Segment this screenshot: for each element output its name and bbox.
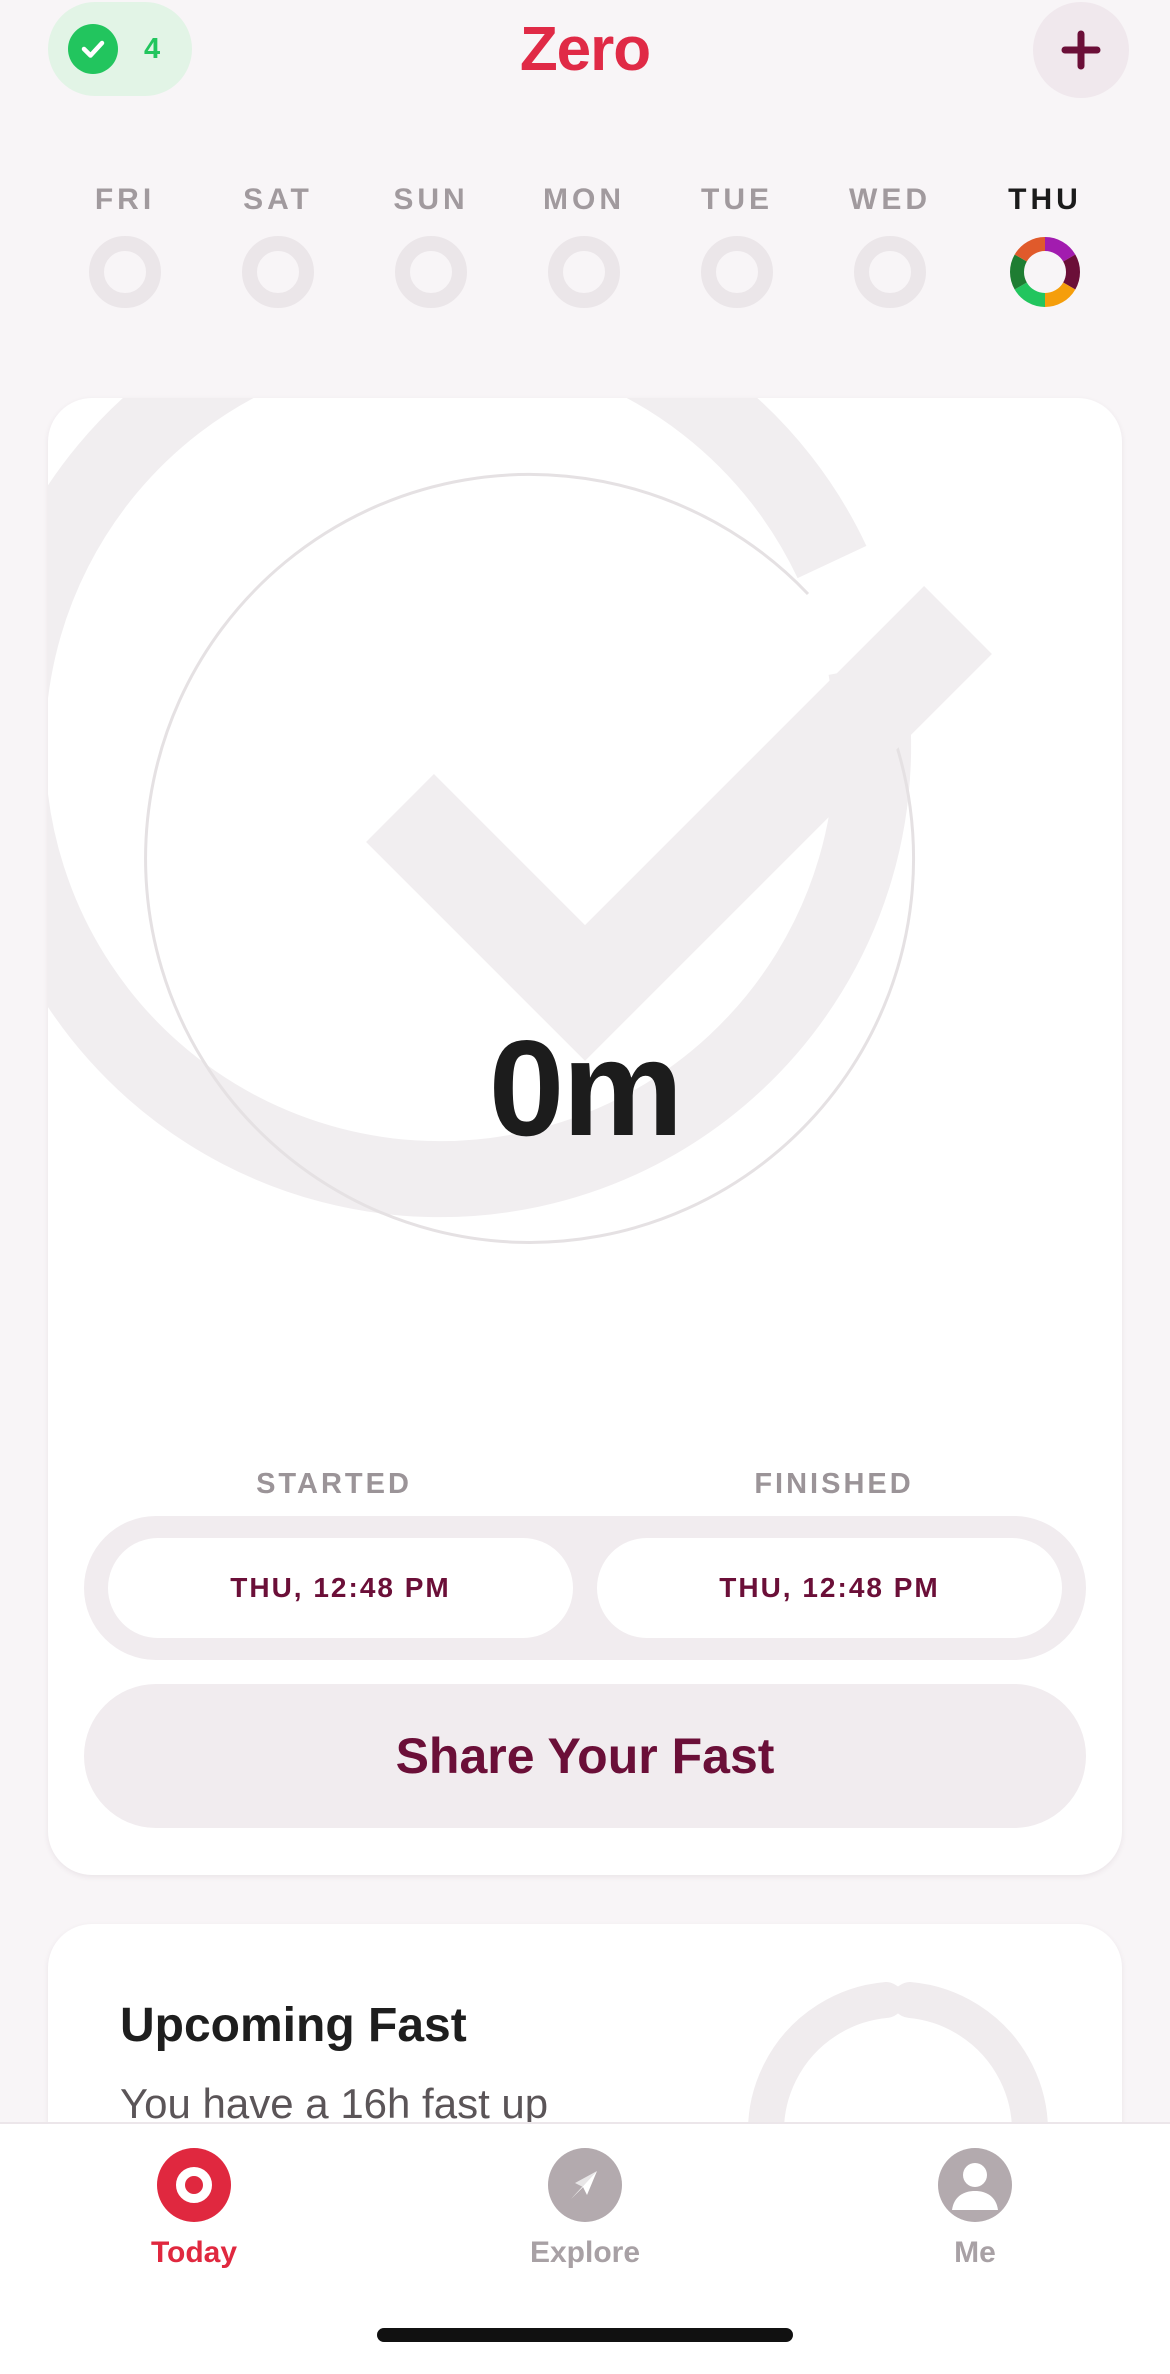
- add-button[interactable]: [1033, 2, 1129, 98]
- tab-me[interactable]: Me: [855, 2148, 1095, 2270]
- day-sat[interactable]: SAT: [201, 180, 355, 308]
- ring-segment: [1010, 254, 1028, 290]
- day-tue[interactable]: TUE: [660, 180, 814, 308]
- ring-segment: [1044, 282, 1076, 307]
- day-progress-ring: [854, 236, 926, 308]
- timer-ring: [48, 398, 992, 1244]
- day-progress-ring: [89, 236, 161, 308]
- today-ring-icon: [157, 2148, 231, 2222]
- elapsed-time: 0m: [488, 1012, 684, 1164]
- upcoming-description: You have a 16h fast up: [120, 2080, 549, 2127]
- tab-label: Me: [954, 2236, 996, 2269]
- day-thu[interactable]: THU: [968, 180, 1122, 308]
- day-label: MON: [543, 183, 625, 216]
- day-fri[interactable]: FRI: [48, 180, 202, 308]
- time-labels: STARTED FINISHED: [48, 1468, 1122, 1508]
- share-fast-button[interactable]: Share Your Fast: [84, 1684, 1086, 1828]
- app-title: Zero: [519, 15, 651, 84]
- day-progress-ring: [548, 236, 620, 308]
- started-time-button[interactable]: THU, 12:48 PM: [108, 1538, 573, 1638]
- finished-time-button[interactable]: THU, 12:48 PM: [597, 1538, 1062, 1638]
- tab-label: Today: [150, 2236, 238, 2269]
- day-label: THU: [1008, 183, 1082, 216]
- day-progress-ring: [701, 236, 773, 308]
- compass-icon: [548, 2148, 622, 2222]
- day-label: SUN: [393, 183, 469, 216]
- header: 4 Zero: [0, 0, 1170, 100]
- tab-today[interactable]: Today: [74, 2148, 314, 2270]
- ring-segment: [1062, 254, 1080, 290]
- upcoming-title: Upcoming Fast: [120, 1999, 467, 2052]
- tab-label: Explore: [529, 2236, 641, 2269]
- fast-times: THU, 12:48 PM THU, 12:48 PM: [84, 1516, 1086, 1660]
- profile-icon: [938, 2148, 1012, 2222]
- day-label: FRI: [94, 183, 156, 216]
- day-progress-ring-active: [1009, 236, 1081, 308]
- fast-timer-card: 0m STARTED FINISHED THU, 12:48 PM THU, 1…: [48, 398, 1122, 1875]
- plus-icon: [1061, 30, 1101, 70]
- day-label: SAT: [243, 183, 313, 216]
- day-wed[interactable]: WED: [813, 180, 967, 308]
- week-strip: FRI SAT SUN MON TUE WED THU: [0, 180, 1170, 320]
- day-progress-ring: [242, 236, 314, 308]
- finished-label: FINISHED: [754, 1468, 914, 1500]
- home-indicator: [377, 2328, 793, 2342]
- day-progress-ring: [395, 236, 467, 308]
- day-label: WED: [849, 183, 931, 216]
- day-sun[interactable]: SUN: [354, 180, 508, 308]
- started-label: STARTED: [256, 1468, 412, 1500]
- tab-explore[interactable]: Explore: [465, 2148, 705, 2270]
- ring-segment: [1014, 282, 1046, 307]
- ring-segment: [1014, 237, 1046, 262]
- day-mon[interactable]: MON: [507, 180, 661, 308]
- day-label: TUE: [701, 183, 773, 216]
- ring-segment: [1044, 237, 1076, 262]
